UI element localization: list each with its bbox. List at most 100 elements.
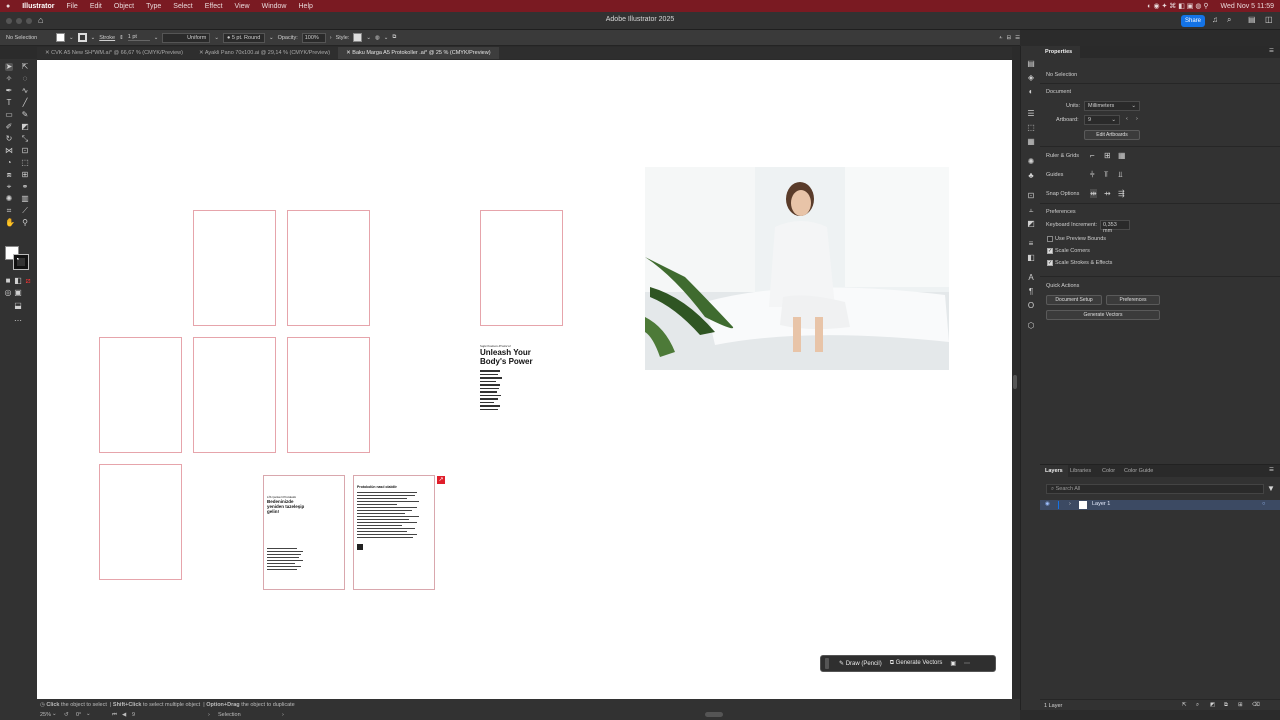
first-artboard-icon[interactable]: ⏮ (112, 712, 117, 719)
zoom-tool-icon[interactable]: ⚲ (21, 219, 29, 227)
tab-libraries[interactable]: Libraries (1070, 468, 1091, 474)
mesh-icon[interactable]: ⊞ (21, 171, 29, 179)
vertical-scrollbar[interactable] (1013, 375, 1017, 389)
chevron-right-icon[interactable]: › (208, 712, 210, 718)
panel-menu-icon[interactable]: ☰ (1269, 467, 1274, 473)
workspace-icon[interactable]: ▤ (1248, 15, 1256, 24)
chevron-right-icon[interactable]: › (330, 35, 332, 41)
generate-vectors-button[interactable]: ⧉ Generate Vectors (886, 660, 947, 667)
layers-panel-icon[interactable]: ☰ (1027, 110, 1035, 118)
draw-mode-icon[interactable]: ◎ (4, 289, 12, 297)
prev-artboard-icon[interactable]: ‹ (1126, 116, 1128, 122)
color-panel-icon[interactable]: ◐ (1027, 88, 1035, 96)
snap-pixel-icon[interactable]: ⇶ (1118, 189, 1125, 198)
menu-object[interactable]: Object (108, 3, 140, 10)
units-select[interactable]: Millimeters ⌄ (1084, 101, 1140, 111)
artboard-doc-tr2[interactable]: ↗ Protokolün nasıl olabilir (353, 475, 445, 590)
visibility-eye-icon[interactable]: ◉ (1045, 501, 1050, 507)
grid-icon[interactable]: ⊞ (1104, 151, 1111, 160)
show-guides-icon[interactable]: ⫩ (1090, 170, 1095, 180)
new-sublayer-icon[interactable]: ⧉ (1224, 702, 1228, 709)
screen-mode-icon[interactable]: ▣ (14, 289, 22, 297)
prev-artboard-icon[interactable]: ◀ (122, 712, 126, 718)
chevron-down-icon[interactable]: ⌄ (214, 35, 219, 41)
direct-selection-tool-icon[interactable]: ⇱ (21, 63, 29, 71)
properties-panel-icon[interactable]: ▤ (1027, 60, 1035, 68)
menu-type[interactable]: Type (140, 3, 167, 10)
apple-icon[interactable]: ● (0, 3, 16, 10)
none-mode-icon[interactable]: ⧄ (24, 277, 32, 285)
artboard-tool-icon[interactable]: ⌗ (5, 207, 13, 215)
stroke-color-swatch[interactable] (13, 254, 29, 270)
color-mode-icon[interactable]: ■ (4, 277, 12, 285)
style-swatch[interactable] (353, 33, 363, 42)
chevron-down-icon[interactable]: ⌄ (69, 35, 74, 41)
rotate-icon[interactable]: ↻ (5, 135, 13, 143)
artboard-empty[interactable] (193, 337, 276, 453)
share-button[interactable]: Share (1181, 15, 1205, 27)
menu-app[interactable]: Illustrator (16, 3, 60, 10)
menu-select[interactable]: Select (167, 3, 198, 10)
new-layer-icon[interactable]: ⊞ (1238, 702, 1243, 708)
lock-guides-icon[interactable]: ⫪ (1104, 170, 1109, 180)
artboard-empty[interactable] (287, 210, 370, 326)
paintbrush-icon[interactable]: ✎ (21, 111, 29, 119)
artboard-selected-badge-icon[interactable]: ↗ (437, 476, 445, 484)
menu-edit[interactable]: Edit (84, 3, 108, 10)
panel-menu-icon[interactable]: ☰ (1269, 48, 1274, 54)
align-panel-icon[interactable]: ⫠ (1027, 206, 1035, 214)
snap-point-icon[interactable]: ⇹ (1090, 189, 1097, 198)
layers-search-input[interactable]: ⌕ Search All (1046, 484, 1264, 494)
layer-row[interactable]: ◉ › Layer 1 ○ (1040, 500, 1280, 510)
gradient-mode-icon[interactable]: ◧ (14, 277, 22, 285)
selection-tool-icon[interactable]: ➤ (5, 63, 13, 71)
artboards-panel-icon[interactable]: ⬚ (1027, 124, 1035, 132)
layer-name[interactable]: Layer 1 (1092, 501, 1110, 507)
next-artboard-icon[interactable]: › (1136, 116, 1138, 122)
symbol-sprayer-icon[interactable]: ✺ (5, 195, 13, 203)
tab-color[interactable]: Color (1102, 468, 1115, 474)
transform-panel-icon[interactable]: ⊡ (1027, 192, 1035, 200)
rectangle-tool-icon[interactable]: ▭ (5, 111, 13, 119)
artboard-number-field[interactable]: 9 (132, 712, 135, 718)
symbols-panel-icon[interactable]: ♣ (1027, 172, 1035, 180)
shape-builder-icon[interactable]: ◔ (5, 159, 13, 167)
zoom-field[interactable]: 25% (40, 712, 51, 718)
pathfinder-panel-icon[interactable]: ◩ (1027, 220, 1035, 228)
tab-cvk[interactable]: ✕ CVK A5 New SH*WM.ai* @ 66,67 % (CMYK/P… (37, 47, 191, 59)
scale-corners-checkbox[interactable]: ✓ (1047, 248, 1053, 254)
eraser-icon[interactable]: ◩ (21, 123, 29, 131)
delete-layer-icon[interactable]: ⌫ (1252, 702, 1260, 708)
use-preview-bounds-checkbox[interactable] (1047, 236, 1053, 242)
chevron-down-icon[interactable]: ⌄ (269, 35, 274, 41)
preferences-button[interactable]: Preferences (1106, 295, 1160, 305)
blend-icon[interactable]: ⚭ (21, 183, 29, 191)
slice-icon[interactable]: ⟋ (21, 207, 29, 215)
locate-object-icon[interactable]: ⌕ (1196, 702, 1199, 709)
perspective-icon[interactable]: ⧈ (5, 171, 13, 179)
brushes-panel-icon[interactable]: ✺ (1027, 158, 1035, 166)
panels-icon[interactable]: ◫ (1265, 15, 1273, 24)
edit-artboards-button[interactable]: Edit Artboards (1084, 130, 1140, 140)
width-tool-icon[interactable]: ⋈ (5, 147, 13, 155)
eyedropper-icon[interactable]: ⌖ (5, 183, 13, 191)
artboard-select[interactable]: 9 ⌄ (1084, 115, 1120, 125)
transform-icon[interactable]: ⊟ (1006, 35, 1011, 41)
tab-color-guide[interactable]: Color Guide (1124, 468, 1153, 474)
snap-grid-icon[interactable]: ⇸ (1104, 189, 1111, 198)
more-options-icon[interactable]: ⋯ (960, 660, 974, 667)
shaper-icon[interactable]: ✐ (5, 123, 13, 131)
stroke-weight-field[interactable]: 1 pt (127, 34, 150, 41)
artboard-empty[interactable] (287, 337, 370, 453)
line-tool-icon[interactable]: ╱ (21, 99, 29, 107)
chevron-down-icon[interactable]: ⌄ (154, 35, 159, 41)
canvas[interactable]: Superhuman Protocol Unleash Your Body's … (37, 60, 1012, 699)
chevron-down-icon[interactable]: ⌄ (366, 35, 371, 41)
stroke-swatch[interactable] (77, 33, 87, 42)
menu-view[interactable]: View (229, 3, 256, 10)
character-panel-icon[interactable]: A (1027, 274, 1035, 282)
document-setup-button[interactable]: Document Setup (1046, 295, 1102, 305)
edit-toolbar-icon[interactable]: ⋯ (14, 317, 22, 325)
keyboard-increment-field[interactable]: 0,353 mm (1100, 220, 1130, 234)
pen-tool-icon[interactable]: ✒ (5, 87, 13, 95)
